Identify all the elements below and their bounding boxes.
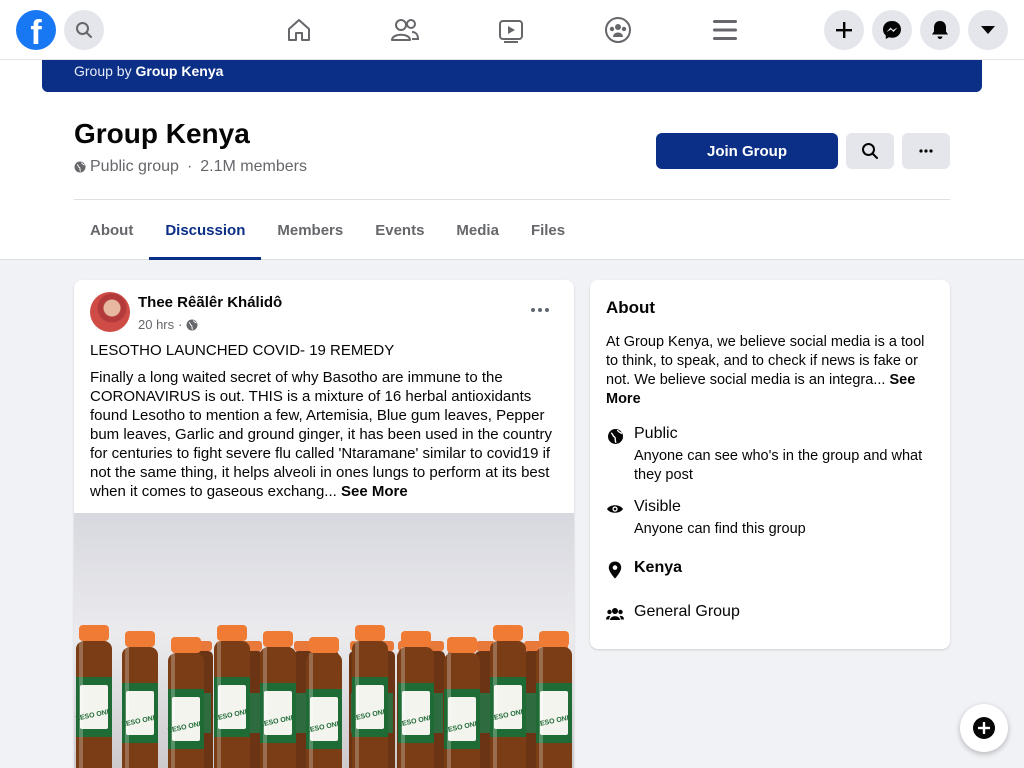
group-type: General Group: [634, 603, 740, 620]
search-button[interactable]: [64, 10, 104, 50]
bottle: LESO ONE: [351, 625, 388, 768]
location-pin-icon: [608, 561, 622, 579]
globe-icon: [186, 319, 198, 330]
bottle: LESO ONE: [489, 625, 526, 768]
watch-icon: [499, 20, 523, 43]
create-button[interactable]: [824, 10, 864, 50]
watch-nav-button[interactable]: [494, 14, 528, 46]
messenger-button[interactable]: [872, 10, 912, 50]
tab-files[interactable]: Files: [515, 200, 581, 260]
bottle: LESO ONE: [121, 631, 158, 768]
more-options-icon: [531, 308, 549, 312]
messenger-icon: [883, 21, 901, 39]
home-icon: [288, 19, 310, 41]
new-message-button[interactable]: [960, 704, 1008, 752]
bottle: LESO ONE: [259, 631, 296, 768]
eye-icon: [607, 505, 623, 513]
post-image[interactable]: LESO ONE LESO ONE LESO ONE LESO ONE LESO ONE…: [74, 513, 574, 768]
visibility-title: Visible: [634, 498, 681, 515]
privacy-title: Public: [634, 425, 678, 442]
group-title: Group Kenya: [74, 118, 250, 149]
privacy-description: Anyone can see who's in the group and wh…: [634, 448, 923, 483]
tab-events[interactable]: Events: [359, 200, 440, 260]
bottle: LESO ONE: [305, 637, 342, 768]
meta-separator: ·: [186, 158, 193, 175]
tab-discussion[interactable]: Discussion: [149, 200, 262, 260]
top-navigation-bar: f: [0, 0, 1024, 60]
plus-circle-icon: [973, 717, 995, 739]
group-header: Group by Group Kenya Group Kenya Public …: [0, 60, 1024, 260]
menu-icon: [713, 20, 737, 40]
bottle: LESO ONE: [167, 637, 204, 768]
caret-down-icon: [981, 26, 995, 34]
account-menu-button[interactable]: [968, 10, 1008, 50]
post-timestamp[interactable]: 20 hrs: [138, 317, 174, 332]
about-card: About At Group Kenya, we believe social …: [590, 280, 950, 649]
bottle: LESO ONE: [397, 631, 434, 768]
groups-nav-button[interactable]: [601, 14, 635, 46]
notifications-button[interactable]: [920, 10, 960, 50]
about-description: At Group Kenya, we believe social media …: [606, 333, 936, 409]
visibility-description: Anyone can find this group: [634, 521, 806, 537]
post-meta-separator: ·: [178, 317, 183, 332]
post-body: Finally a long waited secret of why Baso…: [90, 368, 560, 501]
feed-post: Thee Rêãlêr Khálidô 20 hrs · LESOTHO LAU…: [74, 280, 574, 768]
groups-icon: [605, 17, 631, 43]
search-icon: [76, 22, 92, 38]
group-meta: Public group · 2.1M members: [74, 158, 307, 176]
join-group-button[interactable]: Join Group: [656, 133, 838, 169]
tab-about[interactable]: About: [74, 200, 149, 260]
facebook-logo[interactable]: f: [16, 10, 56, 50]
author-avatar[interactable]: [90, 292, 130, 332]
group-tabs: About Discussion Members Events Media Fi…: [74, 200, 581, 260]
post-meta: 20 hrs ·: [138, 317, 198, 332]
post-body-text: Finally a long waited secret of why Baso…: [90, 369, 552, 500]
group-type-icon: [606, 608, 624, 620]
group-privacy: Public group: [90, 158, 179, 175]
menu-nav-button[interactable]: [708, 14, 742, 46]
more-options-icon: [919, 149, 933, 153]
home-nav-button[interactable]: [282, 14, 316, 46]
plus-icon: [836, 22, 852, 38]
group-cover-photo: Group by Group Kenya: [42, 60, 982, 92]
about-heading: About: [606, 298, 656, 317]
group-member-count[interactable]: 2.1M members: [200, 158, 307, 176]
group-owner-link[interactable]: Group Kenya: [135, 63, 223, 79]
bottle: LESO ONE: [443, 637, 480, 768]
group-owner-prefix: Group by: [74, 63, 132, 79]
bottle: LESO ONE: [75, 625, 112, 768]
group-owner-line: Group by Group Kenya: [74, 63, 223, 79]
notifications-icon: [932, 21, 948, 39]
group-more-options-button[interactable]: [902, 133, 950, 169]
globe-icon: [607, 428, 623, 444]
group-search-button[interactable]: [846, 133, 894, 169]
bottle: LESO ONE: [535, 631, 572, 768]
globe-icon: [74, 161, 86, 173]
about-description-text: At Group Kenya, we believe social media …: [606, 334, 925, 388]
bottle: LESO ONE: [213, 625, 250, 768]
tab-media[interactable]: Media: [440, 200, 515, 260]
location-name[interactable]: Kenya: [634, 559, 682, 577]
post-headline: LESOTHO LAUNCHED COVID- 19 REMEDY: [90, 342, 395, 359]
see-more-link[interactable]: See More: [341, 483, 408, 500]
tab-members[interactable]: Members: [261, 200, 359, 260]
post-author-name[interactable]: Thee Rêãlêr Khálidô: [138, 294, 282, 311]
friends-icon: [391, 19, 420, 41]
friends-nav-button[interactable]: [388, 14, 422, 46]
bottles-illustration: LESO ONE LESO ONE LESO ONELESO ONE LESO ONE…: [75, 625, 572, 768]
post-options-button[interactable]: [526, 300, 554, 320]
search-icon: [862, 143, 878, 159]
